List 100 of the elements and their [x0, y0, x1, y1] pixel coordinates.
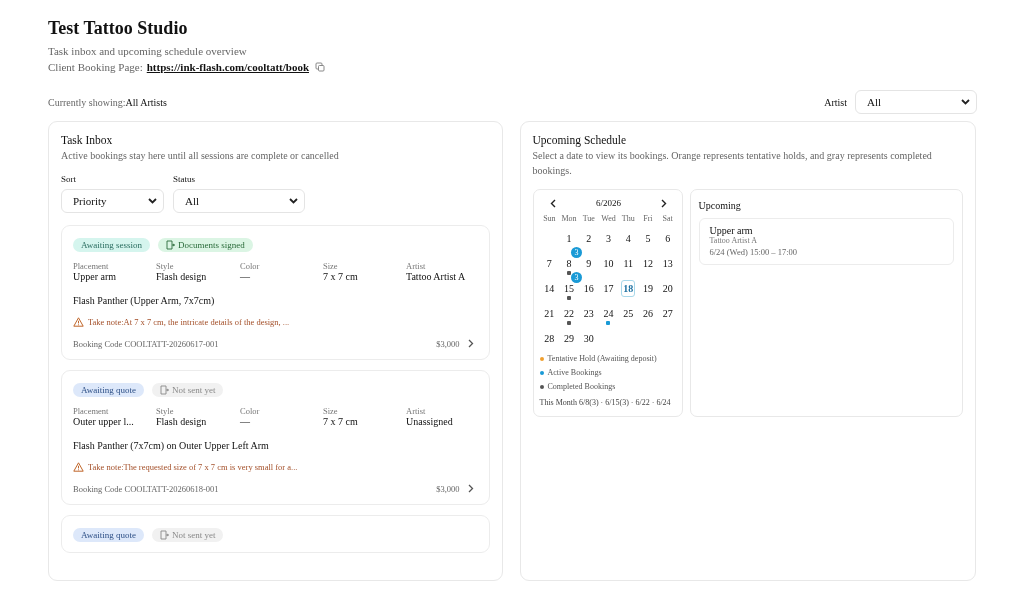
artist-select[interactable]: All [855, 90, 977, 114]
status-tag: Awaiting quote [73, 382, 144, 397]
month-label: 6/2026 [596, 198, 621, 208]
field-value: Upper arm [73, 270, 118, 282]
price: $3,000 [436, 483, 460, 494]
booking-placement: Upper arm [709, 225, 753, 236]
field-value: 7 x 7 cm [323, 270, 359, 282]
calendar-day[interactable]: 18 [621, 280, 636, 297]
calendar-day[interactable]: 10 [601, 255, 616, 272]
booking-artist: Tattoo Artist A [709, 236, 758, 245]
document-tag: Not sent yet [151, 527, 224, 542]
field-value: — [240, 270, 251, 282]
calendar-day[interactable]: 25 [621, 305, 636, 322]
panel-title: Task Inbox [61, 134, 114, 146]
filter-label: Status [173, 173, 196, 184]
calendar-day[interactable]: 12 [640, 255, 655, 272]
calendar-day[interactable]: 14 [542, 280, 557, 297]
status-tag: Awaiting session [73, 237, 150, 252]
calendar-day[interactable]: 27 [660, 305, 675, 322]
weekday-label: Thu [620, 214, 636, 223]
calendar-day[interactable]: 28 [542, 330, 557, 347]
booking-code: Booking Code COOLTATT-20260618-001 [73, 483, 219, 494]
field-label: Artist [406, 260, 427, 271]
chevron-right-icon[interactable] [467, 484, 474, 493]
chevron-down-icon [289, 197, 298, 204]
upcoming-booking[interactable]: Upper arm Tattoo Artist A 6/24 (Wed) 15:00 – 17:00 [698, 218, 954, 265]
calendar-day[interactable]: 5 [643, 230, 653, 247]
calendar-day[interactable]: 17 [601, 280, 616, 297]
calendar-day[interactable]: 13 [660, 255, 675, 272]
calendar-day[interactable]: 30 [581, 330, 596, 347]
calendar-day[interactable]: 1 [564, 230, 574, 247]
calendar-day[interactable]: 3 [604, 230, 613, 247]
calendar-day[interactable]: 23 [581, 305, 596, 322]
field-value: Unassigned [406, 415, 454, 427]
calendar-day[interactable]: 15 [562, 280, 577, 297]
calendar-day[interactable]: 9 [584, 255, 594, 272]
count-badge: 3 [570, 272, 582, 283]
calendar-day[interactable]: 2 [584, 230, 594, 247]
calendar-day[interactable]: 6 [663, 230, 673, 247]
chevron-right-icon[interactable] [661, 198, 668, 208]
booking-time: 6/24 (Wed) 15:00 – 17:00 [709, 247, 799, 257]
currently-showing-text: Currently showing:All Artists [48, 96, 167, 108]
field-value: Flash design [156, 270, 208, 282]
panel-subtitle: Active bookings stay here until all sessions are complete or cancelled [61, 149, 340, 163]
chevron-left-icon[interactable] [549, 198, 556, 208]
field-label: Size [323, 260, 339, 271]
calendar-day[interactable]: 4 [623, 230, 633, 247]
calendar-day[interactable]: 8 [564, 255, 574, 272]
copy-icon[interactable] [315, 62, 325, 72]
booking-page-label: Client Booking Page: [48, 61, 143, 73]
panel-description: Select a date to view its bookings. Orange represents tentative holds, and gray represents completed bookings. [532, 149, 933, 178]
design-title: Flash Panther (Upper Arm, 7x7cm) [73, 294, 216, 306]
calendar-day[interactable]: 21 [542, 305, 557, 322]
weekday-label: Fri [642, 214, 654, 223]
note-text: Take note:The requested size of 7 x 7 cm is very small for a... [88, 461, 298, 472]
weekday-label: Sun [542, 214, 557, 223]
field-value: 7 x 7 cm [323, 415, 359, 427]
count-badge: 3 [570, 247, 582, 258]
field-value: Outer upper l... [73, 415, 135, 427]
field-label: Artist [406, 405, 427, 416]
field-value: Flash design [156, 415, 208, 427]
calendar-day[interactable]: 11 [621, 255, 635, 272]
calendar-day[interactable]: 29 [562, 330, 577, 347]
field-label: Size [323, 405, 339, 416]
page-subtitle: Task inbox and upcoming schedule overview [48, 45, 248, 57]
calendar-day[interactable]: 26 [640, 305, 655, 322]
field-label: Style [156, 260, 175, 271]
filter-label: Sort [61, 173, 77, 184]
warning-icon [73, 316, 84, 327]
booking-card[interactable]: Awaiting quote Not sent yet [61, 514, 490, 553]
chevron-down-icon [961, 99, 970, 105]
calendar-day[interactable]: 22 [562, 305, 577, 322]
weekday-label: Mon [560, 214, 578, 223]
field-label: Style [156, 405, 175, 416]
booking-page-link[interactable]: https://ink-flash.com/cooltatt/book [146, 61, 309, 73]
artist-filter-label: Artist [824, 96, 847, 108]
calendar-day[interactable]: 16 [581, 280, 596, 297]
booking-code: Booking Code COOLTATT-20260617-001 [73, 338, 219, 349]
design-title: Flash Panther (7x7cm) on Outer Upper Left Arm [73, 439, 270, 451]
warning-icon [73, 461, 84, 472]
legend-label: Tentative Hold (Awaiting deposit) [547, 354, 657, 363]
document-icon [165, 239, 175, 250]
field-value: — [240, 415, 251, 427]
calendar-day[interactable]: 19 [640, 280, 655, 297]
panel-title: Upcoming Schedule [532, 134, 628, 146]
status-select[interactable]: All [173, 188, 305, 213]
sort-select[interactable]: Priority [61, 188, 164, 213]
calendar-day[interactable]: 20 [660, 280, 675, 297]
chevron-right-icon[interactable] [467, 339, 474, 348]
page-title: Test Tattoo Studio [48, 18, 189, 39]
document-icon [159, 529, 169, 540]
field-label: Color [240, 260, 261, 271]
calendar-day[interactable]: 7 [544, 255, 554, 272]
chevron-down-icon [148, 197, 157, 204]
note-text: Take note:At 7 x 7 cm, the intricate details of the design, ... [88, 316, 290, 327]
document-icon [159, 384, 169, 395]
field-value: Tattoo Artist A [406, 270, 467, 282]
calendar-day[interactable]: 24 [601, 305, 616, 322]
upcoming-title: Upcoming [698, 200, 742, 211]
month-summary: This Month 6/8(3) · 6/15(3) · 6/22 · 6/24 [539, 397, 672, 409]
